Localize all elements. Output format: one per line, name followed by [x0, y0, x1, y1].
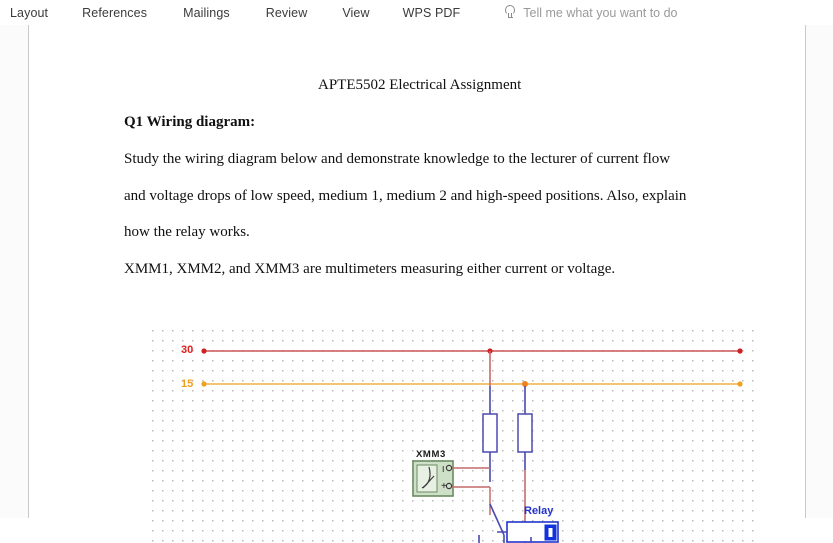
multimeter-xmm3-label: XMM3 — [416, 449, 446, 460]
multimeter-terminal-plus-port — [445, 482, 453, 490]
switch-arm-wire — [489, 503, 505, 536]
paragraph-line-3: how the relay works. — [124, 224, 250, 240]
rail-30-node-right — [737, 348, 743, 354]
rail-30-node-left — [201, 348, 207, 354]
multimeter-terminal-i-port — [445, 464, 453, 472]
paragraph-line-4: XMM1, XMM2, and XMM3 are multimeters mea… — [124, 261, 616, 277]
resistor-2-body — [517, 413, 533, 453]
relay-label: Relay — [524, 505, 554, 517]
lightbulb-icon — [504, 4, 516, 21]
tab-wps-pdf[interactable]: WPS PDF — [403, 6, 461, 20]
relay-coil-slot — [548, 528, 553, 537]
question-heading: Q1 Wiring diagram: — [124, 114, 256, 130]
tab-review[interactable]: Review — [266, 6, 308, 20]
multimeter-terminal-i-label: I — [442, 464, 445, 474]
resistor-1-body — [482, 413, 498, 453]
page-gutter-left — [0, 25, 28, 518]
document-title: APTE5502 Electrical Assignment — [318, 77, 522, 93]
tab-layout[interactable]: Layout — [10, 6, 48, 20]
wiring-diagram-image[interactable]: 30 15 XMM3 Relay I + — [152, 330, 757, 543]
page-edge-right — [805, 25, 806, 518]
rail-15-node-right — [737, 381, 743, 387]
multimeter-xmm3-screen — [416, 464, 438, 493]
paragraph-line-1: Study the wiring diagram below and demon… — [124, 151, 671, 167]
circuit-schematic — [201, 348, 743, 543]
tell-me-label: Tell me what you want to do — [523, 5, 678, 20]
tab-mailings[interactable]: Mailings — [183, 6, 230, 20]
ribbon-tab-bar: Layout References Mailings Review View W… — [0, 0, 833, 25]
multimeter-terminal-plus-label: + — [441, 481, 447, 492]
tab-references[interactable]: References — [82, 6, 147, 20]
paragraph-line-2: and voltage drops of low speed, medium 1… — [124, 188, 687, 204]
rail-15-label: 15 — [181, 378, 194, 390]
rail-30-label: 30 — [181, 344, 194, 356]
page-gutter-right — [806, 25, 833, 518]
rail-15-node-left — [201, 381, 207, 387]
tell-me-search[interactable]: Tell me what you want to do — [504, 4, 678, 21]
document-page[interactable]: APTE5502 Electrical Assignment Q1 Wiring… — [29, 25, 805, 543]
tab-view[interactable]: View — [342, 6, 369, 20]
